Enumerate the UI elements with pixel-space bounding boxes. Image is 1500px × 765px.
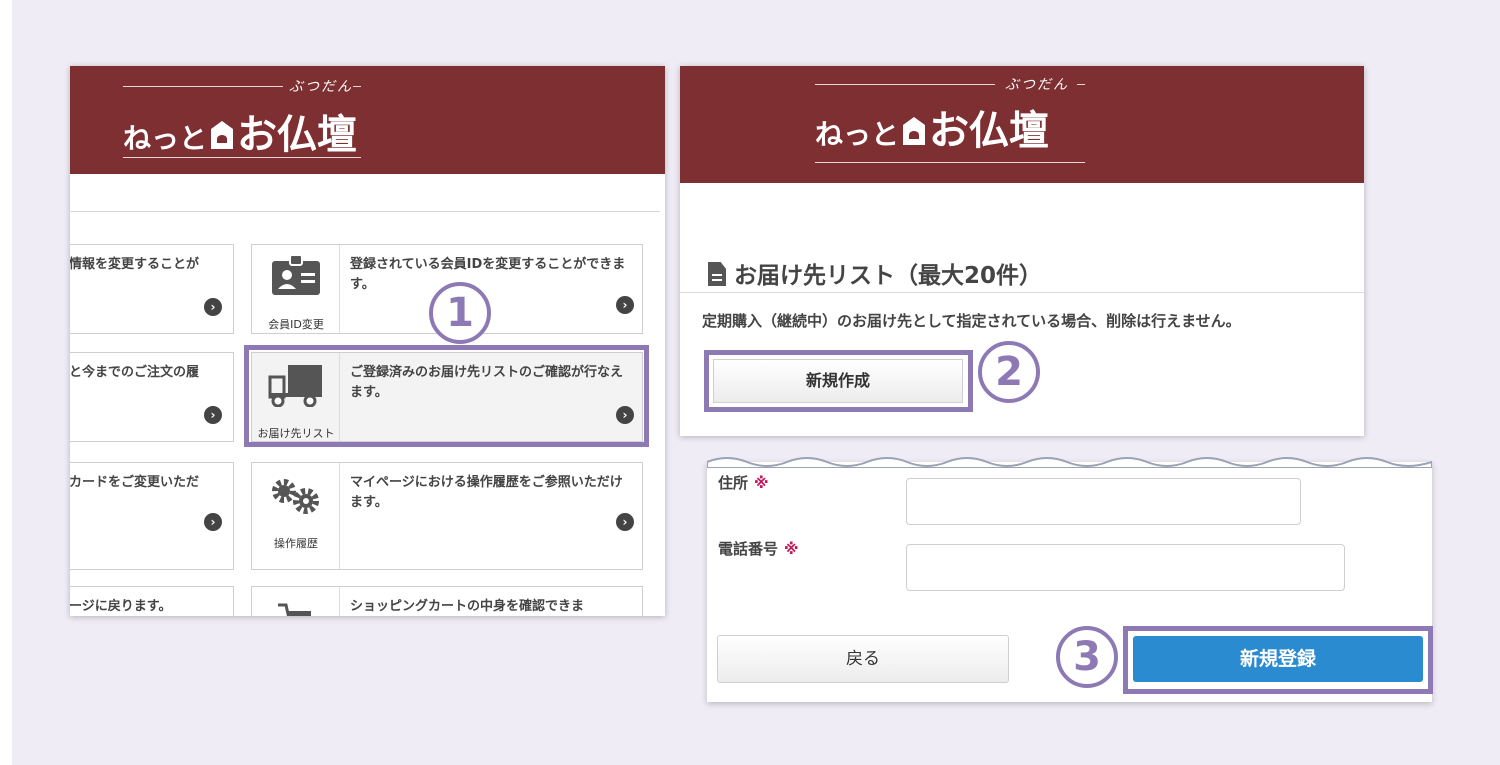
logo-kana: ぶつだん [289,79,353,95]
logo-brand: ねっと お仏壇 [123,102,357,160]
menu-card-credit-card[interactable]: カードをご変更いただ › [70,462,234,570]
document-icon [708,262,726,286]
cart-icon [278,603,311,616]
chevron-right-icon[interactable]: › [616,513,634,531]
back-button[interactable]: 戻る [717,635,1009,683]
menu-card-top-page[interactable]: ージに戻ります。 [70,586,234,616]
phone-input[interactable] [906,544,1345,591]
house-icon [211,121,234,149]
divider [70,211,660,212]
section-title-text: お届け先リスト（最大20件） [734,263,1043,289]
site-logo: ぶつだん ねっと お仏壇 [815,72,1087,172]
chevron-right-icon[interactable]: › [204,513,222,531]
mypage-menu-screenshot: ぶつだん ねっと お仏壇 情報を変更することが › と今までのご注文の履 › カー… [70,66,665,616]
step-number-3: 3 [1056,626,1118,688]
menu-card-desc: ージに戻ります。 [70,599,172,614]
menu-card-desc: 登録されている会員IDを変更することができます。 [350,257,626,292]
divider [680,292,1364,293]
menu-card-order-history[interactable]: と今までのご注文の履 › [70,352,234,442]
phone-label-text: 電話番号 [718,540,779,558]
site-logo: ぶつだん ねっと お仏壇 [123,74,363,166]
required-mark: ※ [754,474,769,492]
delivery-list-screenshot: ぶつだん ねっと お仏壇 お届け先リスト（最大20件） 定期購入（継続中）のお届け… [680,66,1364,436]
id-card-icon [272,254,320,295]
logo-brand-small: ねっと [815,118,900,151]
menu-card-operation-history[interactable]: 操作履歴 マイページにおける操作履歴をご参照いただけます。 › [251,462,643,570]
address-label-text: 住所 [718,474,749,492]
menu-card-member-info[interactable]: 情報を変更することが › [70,244,234,334]
phone-label: 電話番号 ※ [718,538,799,559]
highlight-box-step-2 [704,350,973,412]
registration-form-screenshot: 住所 ※ 電話番号 ※ 戻る 3 新規登録 [707,457,1433,702]
logo-brand: ねっと お仏壇 [815,98,1049,156]
menu-card-desc: マイページにおける操作履歴をご参照いただけます。 [350,475,623,510]
gears-icon [272,479,319,514]
menu-card-label: 操作履歴 [274,537,318,550]
logo-brand-big: お仏壇 [237,112,358,158]
torn-edge [707,457,1432,468]
site-header: ぶつだん ねっと お仏壇 [680,66,1364,183]
logo-brand-big: お仏壇 [929,108,1050,154]
menu-card-desc: カードをご変更いただ [70,475,200,490]
menu-card-desc: ショッピングカートの中身を確認できま [350,599,585,614]
highlight-box-step-3 [1123,626,1433,694]
chevron-right-icon[interactable]: › [616,296,634,314]
logo-brand-small: ねっと [123,122,208,155]
chevron-right-icon[interactable]: › [204,406,222,424]
step-number-2: 2 [978,341,1040,403]
logo-kana: ぶつだん [1005,77,1069,93]
address-input[interactable] [906,478,1301,525]
highlight-box-step-1 [244,345,649,447]
delete-notice: 定期購入（継続中）のお届け先として指定されている場合、削除は行えません。 [702,312,1241,330]
menu-card-desc: と今までのご注文の履 [70,365,200,380]
house-icon [903,117,926,145]
required-mark: ※ [784,540,799,558]
menu-card-label: 会員ID変更 [268,318,324,331]
site-header: ぶつだん ねっと お仏壇 [70,66,665,174]
section-title: お届け先リスト（最大20件） [708,256,1042,290]
step-number-1: 1 [429,282,491,344]
chevron-right-icon[interactable]: › [204,298,222,316]
address-label: 住所 ※ [718,472,769,493]
menu-card-desc: 情報を変更することが [70,257,200,272]
menu-card-shopping-cart[interactable]: ショッピングカートの中身を確認できま [251,586,643,616]
